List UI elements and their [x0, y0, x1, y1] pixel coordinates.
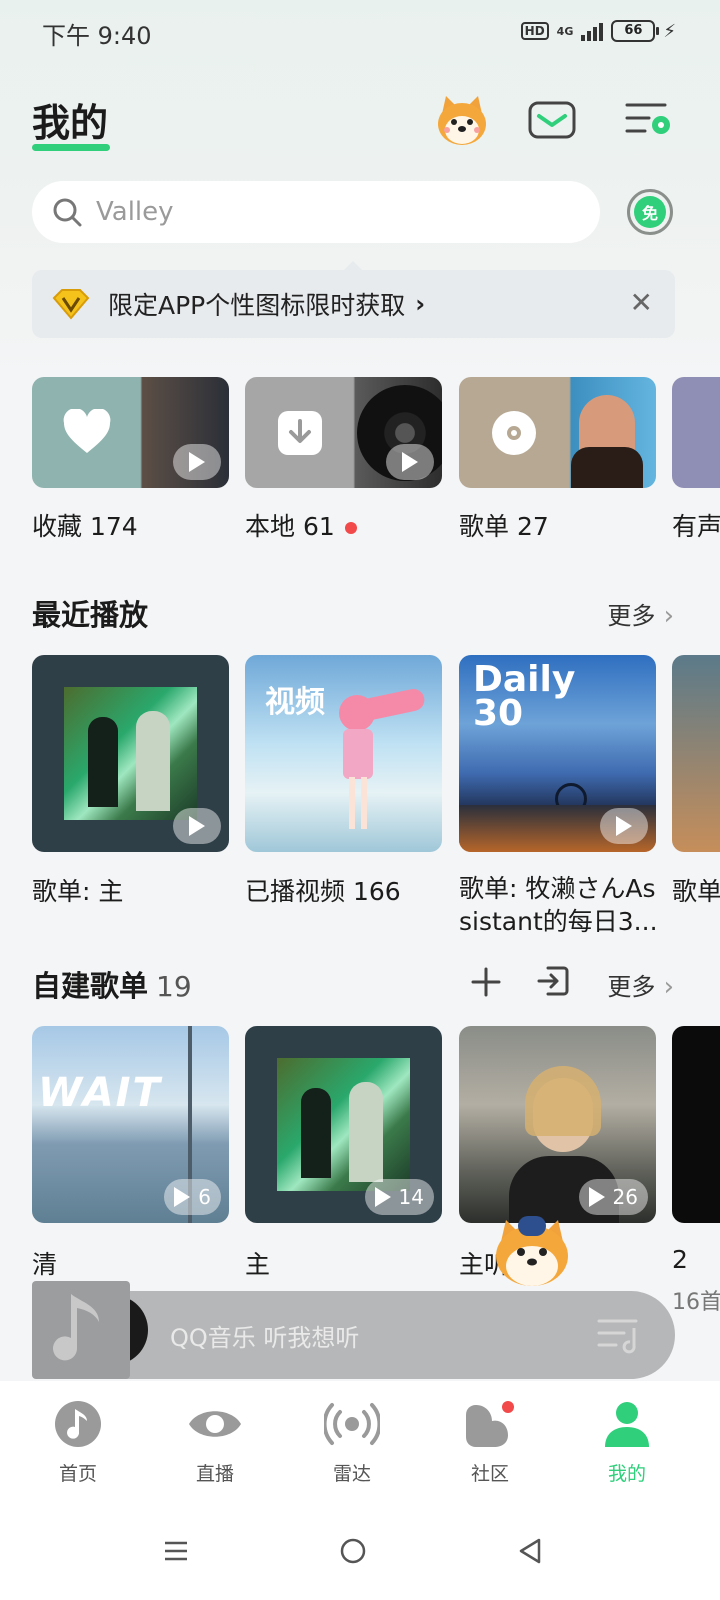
promo-banner[interactable]: 限定APP个性图标限时获取 › ✕ — [32, 261, 675, 338]
local-music-card[interactable] — [245, 377, 442, 488]
radar-icon — [322, 1403, 382, 1445]
network-type: 4G — [556, 24, 574, 38]
vip-diamond-icon — [52, 289, 90, 320]
hd-icon: HD — [520, 22, 549, 40]
signal-icon — [581, 21, 604, 41]
daily30-card[interactable]: Daily 30 — [459, 655, 656, 852]
playlists-section-title: 自建歌单 19 — [32, 969, 192, 1003]
home-note-icon — [55, 1401, 101, 1447]
download-icon — [278, 411, 322, 455]
charging-icon: ⚡ — [663, 20, 676, 42]
free-mode-label: 免 — [634, 196, 666, 228]
status-time: 下午 9:40 — [42, 22, 152, 50]
daily30-title: Daily 30 — [473, 659, 576, 734]
nav-community[interactable]: 社区 — [440, 1399, 540, 1486]
chevron-right-icon: › — [415, 290, 426, 318]
play-button[interactable] — [386, 444, 434, 480]
battery-icon: 66 — [611, 20, 660, 42]
playlists-label: 歌单 27 — [459, 512, 549, 541]
playlist-song-count: 16首 — [672, 1290, 720, 1315]
playlist-count: 19 — [156, 970, 192, 1003]
playlist-label: 主 — [245, 1250, 271, 1279]
nav-mine[interactable]: 我的 — [577, 1399, 677, 1486]
favorites-label: 收藏 174 — [32, 512, 138, 541]
nav-home[interactable]: 首页 — [28, 1399, 128, 1486]
playlist-queue-icon[interactable] — [596, 1316, 642, 1356]
promo-text: 限定APP个性图标限时获取 — [108, 291, 406, 320]
playlists-card[interactable] — [459, 377, 656, 488]
search-bar[interactable] — [32, 181, 600, 243]
tab-indicator — [32, 144, 110, 151]
video-overlay-text: 视频 — [265, 685, 325, 720]
recent-item-card-partial[interactable] — [672, 655, 720, 852]
playlist-label-partial: 2 — [672, 1245, 688, 1274]
community-icon — [466, 1401, 514, 1447]
recent-item-card[interactable] — [32, 655, 229, 852]
play-button[interactable] — [173, 444, 221, 480]
playlist-card-partial[interactable] — [672, 1026, 720, 1223]
home-circle-icon[interactable] — [323, 1521, 383, 1581]
disc-icon — [492, 411, 536, 455]
message-icon[interactable] — [524, 92, 580, 148]
recent-item-label: 歌单: 主 — [32, 877, 124, 906]
search-input[interactable] — [96, 197, 536, 227]
wait-art: WAIT — [38, 1070, 162, 1116]
free-mode-button[interactable]: 免 — [627, 189, 673, 235]
playlists-more-link[interactable]: 更多 — [607, 967, 674, 1002]
playlist-label: 清 — [32, 1250, 58, 1279]
user-icon — [605, 1402, 649, 1447]
recent-video-label: 已播视频 166 — [245, 877, 401, 906]
audiobook-label: 有声 — [672, 512, 720, 541]
shiba-floating-icon[interactable] — [488, 1212, 576, 1292]
audiobook-card[interactable] — [672, 377, 720, 488]
mini-player-text: QQ音乐 听我想听 — [170, 1324, 360, 1352]
menu-settings-icon[interactable] — [620, 92, 676, 148]
recent-video-card[interactable]: 视频 — [245, 655, 442, 852]
music-note-icon — [53, 1294, 99, 1361]
daily30-label: 歌单: 牧濑さんAs sistant的每日3... — [459, 874, 658, 936]
play-button[interactable] — [173, 808, 221, 844]
eye-icon — [189, 1411, 241, 1437]
nav-live[interactable]: 直播 — [165, 1399, 265, 1486]
status-icons: HD 4G 66 ⚡ — [520, 20, 676, 42]
favorites-card[interactable] — [32, 377, 229, 488]
playlist-card[interactable]: 14 — [245, 1026, 442, 1223]
recent-item-label-partial: 歌单 — [672, 877, 720, 906]
play-count-pill[interactable]: 14 — [364, 1179, 434, 1215]
nav-radar[interactable]: 雷达 — [302, 1399, 402, 1486]
new-dot-icon — [344, 522, 357, 534]
recent-more-link[interactable]: 更多 — [607, 596, 674, 631]
page-title[interactable]: 我的 — [32, 92, 108, 147]
bottom-nav: 首页 直播 雷达 社区 我的 — [0, 1381, 720, 1501]
album-art — [277, 1058, 410, 1191]
playlist-card[interactable]: 26 — [459, 1026, 656, 1223]
system-nav-bar — [0, 1501, 720, 1600]
close-icon[interactable]: ✕ — [630, 288, 653, 318]
playlist-card[interactable]: WAIT 6 — [32, 1026, 229, 1223]
local-music-label: 本地 61 — [245, 507, 357, 543]
shiba-mascot-icon[interactable] — [434, 92, 490, 148]
status-bar: 下午 9:40 HD 4G 66 ⚡ — [0, 0, 720, 64]
play-button[interactable] — [600, 808, 648, 844]
search-icon — [53, 198, 82, 227]
recent-section-title: 最近播放 — [32, 598, 149, 632]
play-count-pill[interactable]: 26 — [578, 1179, 648, 1215]
play-count-pill[interactable]: 6 — [164, 1179, 221, 1215]
now-playing-cover[interactable] — [32, 1281, 130, 1379]
back-triangle-icon[interactable] — [500, 1521, 560, 1581]
menu-icon[interactable] — [146, 1521, 206, 1581]
battery-level: 66 — [624, 23, 643, 38]
add-icon[interactable] — [470, 966, 502, 998]
album-art — [64, 687, 197, 820]
import-icon[interactable] — [536, 964, 570, 998]
heart-icon — [63, 409, 111, 453]
